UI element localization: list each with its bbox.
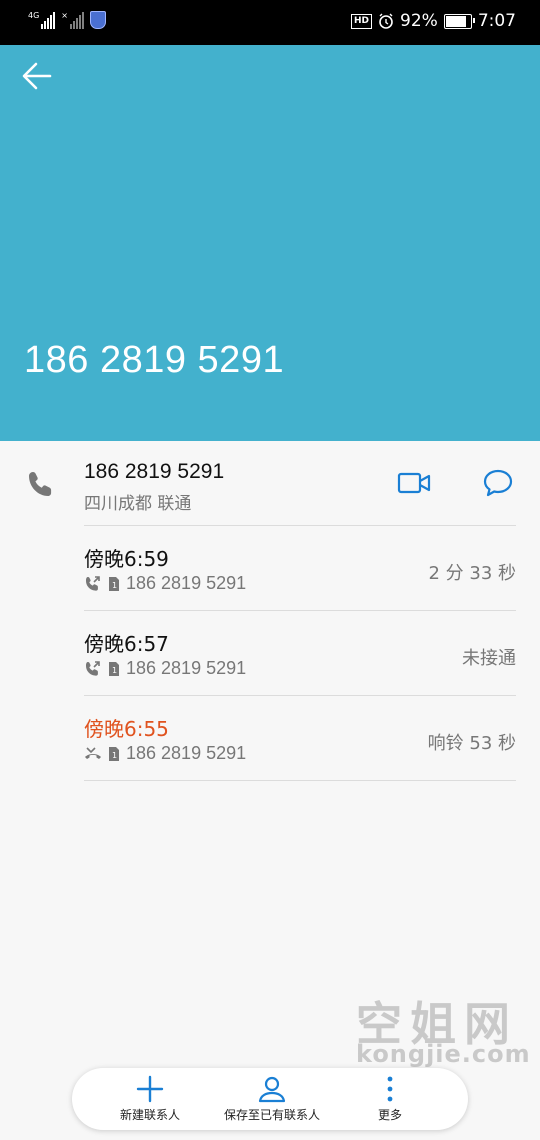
call-duration: 未接通 [462, 648, 516, 669]
call-log-item[interactable]: 傍晚6:55 1 186 2819 5291 响铃 53 秒 [84, 696, 516, 781]
signal-no-service-icon: × [61, 11, 84, 29]
svg-text:1: 1 [112, 751, 117, 760]
contact-header: 186 2819 5291 [0, 45, 540, 441]
save-to-existing-contact-button[interactable]: 保存至已有联系人 [212, 1068, 332, 1130]
call-log-item[interactable]: 傍晚6:59 1 186 2819 5291 2 分 33 秒 [84, 526, 516, 611]
call-duration: 响铃 53 秒 [427, 733, 516, 754]
phone-icon[interactable] [26, 469, 56, 499]
svg-text:1: 1 [112, 666, 117, 675]
call-time-missed: 傍晚6:55 [84, 717, 169, 741]
message-icon[interactable] [482, 468, 514, 498]
call-number: 186 2819 5291 [126, 658, 247, 678]
hd-icon: HD [351, 13, 373, 29]
sim-card-icon: 1 [109, 576, 119, 591]
divider [84, 780, 516, 781]
plus-icon [136, 1075, 164, 1103]
svg-text:1: 1 [112, 581, 117, 590]
status-bar: 4G × HD 92% 7:07 [0, 0, 540, 45]
battery-icon [443, 13, 475, 29]
outgoing-call-icon [86, 575, 100, 591]
video-call-icon[interactable] [397, 471, 431, 495]
more-button[interactable]: 更多 [360, 1068, 420, 1130]
missed-call-icon [85, 746, 101, 759]
person-icon [258, 1076, 286, 1103]
more-label: 更多 [377, 1108, 402, 1122]
security-shield-icon [90, 11, 106, 29]
save-existing-label: 保存至已有联系人 [223, 1108, 320, 1122]
call-duration: 2 分 33 秒 [428, 563, 516, 584]
call-time: 傍晚6:57 [84, 632, 169, 656]
contact-number: 186 2819 5291 [84, 460, 225, 483]
battery-percent: 92% [400, 11, 438, 31]
number-row[interactable]: 186 2819 5291 四川成都 联通 [0, 441, 540, 526]
sim-card-icon: 1 [109, 746, 119, 761]
bottom-action-bar: 新建联系人 保存至已有联系人 更多 [72, 1068, 468, 1130]
clock: 7:07 [477, 11, 516, 31]
more-vertical-icon [387, 1076, 393, 1102]
back-arrow-icon[interactable] [20, 59, 54, 93]
call-log-item[interactable]: 傍晚6:57 1 186 2819 5291 未接通 [84, 611, 516, 696]
number-location: 四川成都 联通 [84, 494, 192, 514]
new-contact-label: 新建联系人 [119, 1108, 180, 1122]
call-number: 186 2819 5291 [126, 743, 247, 763]
watermark-url: kongjie.com [356, 1040, 531, 1068]
sim-card-icon: 1 [109, 661, 119, 676]
call-time: 傍晚6:59 [84, 547, 169, 571]
header-phone-number: 186 2819 5291 [24, 339, 285, 381]
outgoing-call-icon [86, 660, 100, 676]
new-contact-button[interactable]: 新建联系人 [102, 1068, 198, 1130]
call-number: 186 2819 5291 [126, 573, 247, 593]
alarm-icon [379, 13, 393, 29]
signal-icon: 4G [28, 11, 56, 29]
